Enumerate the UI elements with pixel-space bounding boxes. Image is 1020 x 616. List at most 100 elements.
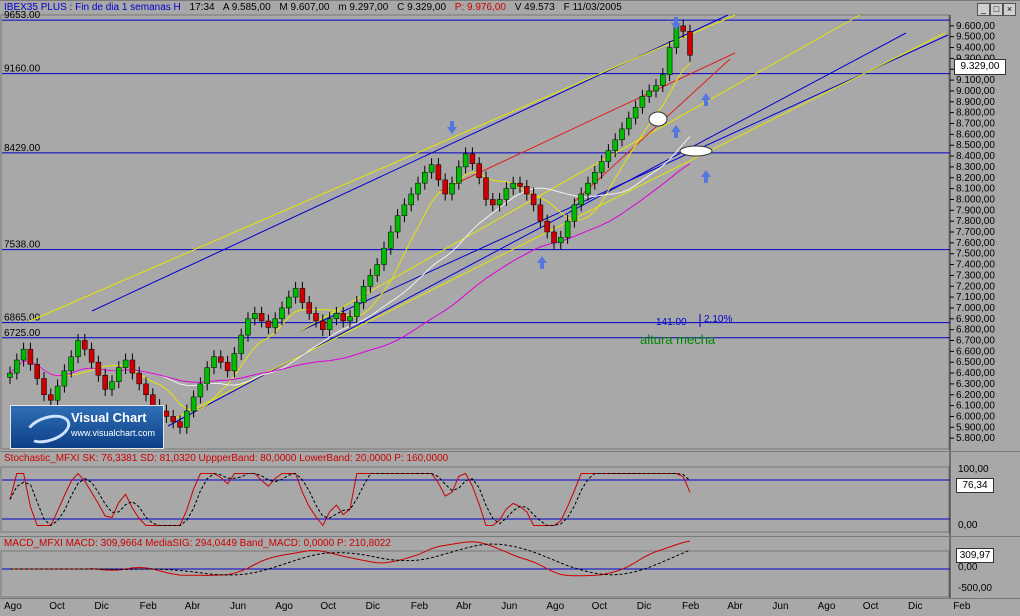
candle-body	[605, 150, 612, 162]
candle-body	[394, 215, 401, 233]
candle-body	[367, 275, 374, 287]
candle-body	[530, 193, 537, 206]
month-label: Oct	[320, 601, 336, 612]
price-chart[interactable]: 9653.00 9160.00 8429.00 7538.00 6865.00 6725.…	[0, 1, 1020, 451]
arrow-up-icon	[701, 170, 711, 183]
moving-average-line	[9, 63, 691, 412]
candle-body	[292, 288, 299, 298]
candle-body	[401, 204, 408, 216]
candle-body	[143, 383, 149, 395]
candle-body	[333, 313, 340, 320]
candle-body	[578, 193, 584, 206]
swoosh-icon	[22, 409, 74, 449]
candle-body	[75, 340, 81, 358]
candle-body	[150, 394, 156, 406]
month-label: Feb	[682, 601, 700, 612]
time-axis: Ago Oct Dic Feb Abr Jun Ago Oct Dic Feb Abr Jun Ago O…	[0, 598, 1020, 616]
price-tick-label: 8.000,00	[956, 194, 995, 205]
candle-body	[510, 182, 516, 189]
candle-body	[224, 361, 231, 372]
price-tick-label: 5.900,00	[956, 422, 995, 433]
month-label: Dic	[908, 601, 923, 612]
candle-body	[136, 372, 142, 385]
macd-frame	[0, 550, 950, 598]
stochastic-chart	[0, 452, 951, 536]
price-tick-label: 7.700,00	[956, 227, 995, 238]
candle-body	[170, 416, 176, 423]
price-tick-label: 6.300,00	[956, 379, 995, 390]
candle-body	[326, 318, 333, 330]
candle-body	[449, 182, 455, 195]
candle-body	[612, 139, 618, 151]
candle-body	[687, 31, 693, 56]
candle-body	[41, 378, 47, 396]
candle-body	[544, 220, 550, 233]
candle-body	[54, 385, 61, 401]
candle-body	[639, 96, 646, 108]
candle-body	[27, 348, 34, 365]
price-tick-label: 7.100,00	[956, 292, 995, 303]
candle-body	[279, 307, 285, 320]
candle-body	[286, 296, 292, 309]
candle-body	[456, 166, 462, 184]
sto-axis-top: 100,00	[958, 464, 989, 475]
logo-title: Visual Chart	[71, 410, 147, 425]
candle-body	[177, 421, 183, 428]
price-tick-label: 8.100,00	[956, 184, 995, 195]
price-tick-label: 8.500,00	[956, 140, 995, 151]
price-tick-label: 6.000,00	[956, 411, 995, 422]
trend-line	[29, 14, 736, 322]
stochastic-label: Stochastic_MFXI SK: 76,3381 SD: 81,0320 …	[4, 453, 449, 464]
level-label: 9160.00	[4, 64, 41, 75]
price-tick-label: 7.200,00	[956, 281, 995, 292]
candle-body	[660, 74, 666, 86]
candle-body	[592, 172, 598, 184]
price-tick-label: 5.800,00	[956, 433, 995, 444]
price-tick-label: 7.800,00	[956, 216, 995, 227]
candle-body	[218, 356, 224, 363]
candle-body	[571, 204, 578, 222]
candle-body	[428, 164, 435, 173]
month-label: Oct	[49, 601, 65, 612]
price-tick-label: 8.400,00	[956, 151, 995, 162]
candle-body	[415, 182, 421, 195]
visual-chart-logo: Visual Chart www.visualchart.com	[10, 405, 164, 449]
month-label: Abr	[456, 601, 472, 612]
month-label: Ago	[275, 601, 293, 612]
trend-line	[169, 32, 946, 422]
candle-body	[483, 177, 489, 200]
candle-body	[197, 383, 204, 398]
candle-body	[564, 220, 571, 238]
month-label: Feb	[139, 601, 157, 612]
level-label: 6725.00	[4, 328, 41, 339]
month-label: Oct	[862, 601, 879, 612]
candle-body	[490, 199, 496, 206]
price-tick-label: 7.500,00	[956, 249, 995, 260]
price-tick-label: 9.100,00	[956, 75, 995, 86]
price-tick-label: 8.800,00	[956, 108, 995, 119]
candle-body	[653, 85, 659, 92]
macd-pane[interactable]: MACD_MFXI MACD: 309,9664 MediaSIG: 294,0…	[0, 536, 1020, 599]
price-tick-label: 7.000,00	[956, 303, 995, 314]
month-label: Oct	[591, 601, 608, 612]
price-tick-label: 7.300,00	[956, 270, 995, 281]
candle-body	[184, 410, 190, 428]
price-tick-label: 6.500,00	[956, 357, 995, 368]
month-label: Dic	[365, 601, 381, 612]
price-tick-label: 6.200,00	[956, 390, 995, 401]
candle-body	[551, 231, 557, 244]
price-pane[interactable]: IBEX35 PLUS : Fin de dia 1 semanas H 17:…	[0, 0, 1020, 451]
candle-body	[422, 172, 428, 184]
candle-body	[272, 318, 278, 328]
price-tick-label: 6.700,00	[956, 336, 995, 347]
month-label: Abr	[184, 601, 201, 612]
candle-body	[632, 106, 639, 119]
candle-body	[211, 356, 217, 368]
price-tick-label: 7.900,00	[956, 205, 995, 216]
candle-body	[129, 359, 136, 374]
stochastic-pane[interactable]: Stochastic_MFXI SK: 76,3381 SD: 81,0320 …	[0, 451, 1020, 536]
candle-body	[381, 248, 387, 265]
candle-body	[388, 231, 394, 249]
price-tick-label: 6.400,00	[956, 368, 995, 379]
candle-body	[68, 356, 74, 372]
